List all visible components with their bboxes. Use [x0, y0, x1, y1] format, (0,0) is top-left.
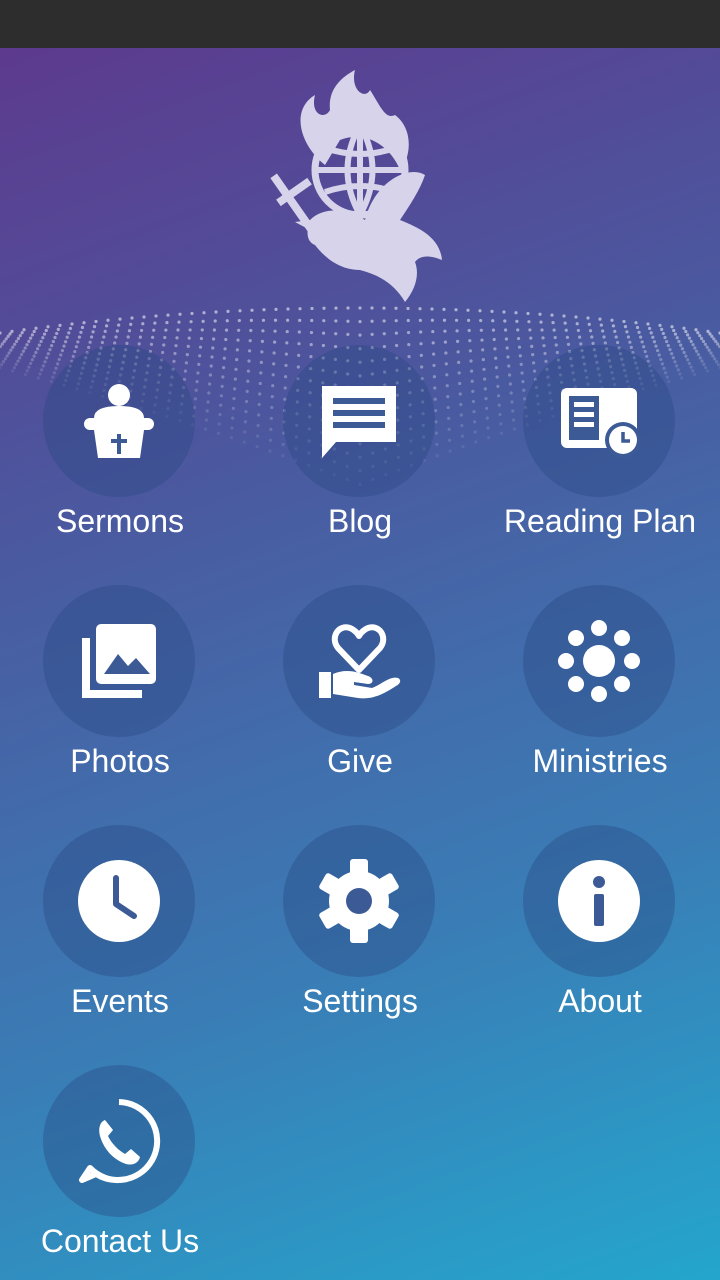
reading-plan-label: Reading Plan	[503, 503, 697, 539]
info-icon	[558, 860, 640, 942]
menu-tile-about[interactable]: About	[480, 825, 720, 1065]
photos-button[interactable]	[43, 585, 195, 737]
menu-tile-events[interactable]: Events	[0, 825, 240, 1065]
sermons-label: Sermons	[55, 503, 185, 539]
heart-hand-icon	[319, 624, 401, 699]
phone-icon	[79, 1099, 161, 1184]
menu-tile-settings[interactable]: Settings	[240, 825, 480, 1065]
photo-library-icon	[82, 624, 156, 698]
give-button[interactable]	[283, 585, 435, 737]
events-label: Events	[71, 983, 169, 1019]
chat-lines-icon	[322, 386, 396, 458]
menu-tile-photos[interactable]: Photos	[0, 585, 240, 825]
status-bar	[0, 0, 720, 48]
menu-tile-contact-us[interactable]: Contact Us	[0, 1065, 240, 1280]
dots-cluster-icon	[558, 620, 640, 702]
ministries-label: Ministries	[532, 743, 668, 779]
blog-button[interactable]	[283, 345, 435, 497]
menu-tile-sermons[interactable]: Sermons	[0, 345, 240, 585]
menu-tile-ministries[interactable]: Ministries	[480, 585, 720, 825]
menu-tile-reading-plan[interactable]: Reading Plan	[480, 345, 720, 585]
give-label: Give	[327, 743, 393, 779]
settings-label: Settings	[302, 983, 418, 1019]
document-clock-icon	[561, 388, 641, 458]
events-button[interactable]	[43, 825, 195, 977]
photos-label: Photos	[70, 743, 170, 779]
contact-us-button[interactable]	[43, 1065, 195, 1217]
gear-icon	[319, 859, 399, 943]
settings-button[interactable]	[283, 825, 435, 977]
pulpit-icon	[84, 384, 154, 458]
blog-label: Blog	[327, 503, 393, 539]
church-logo	[270, 70, 442, 302]
contact-us-label: Contact Us	[40, 1223, 200, 1259]
about-label: About	[558, 983, 642, 1019]
home-screen: Sermons Blog Reading Plan Photos Give Mi…	[0, 48, 720, 1280]
about-button[interactable]	[523, 825, 675, 977]
sermons-button[interactable]	[43, 345, 195, 497]
clock-icon	[78, 860, 160, 942]
menu-tile-blog[interactable]: Blog	[240, 345, 480, 585]
ministries-button[interactable]	[523, 585, 675, 737]
menu-tile-give[interactable]: Give	[240, 585, 480, 825]
reading-plan-button[interactable]	[523, 345, 675, 497]
